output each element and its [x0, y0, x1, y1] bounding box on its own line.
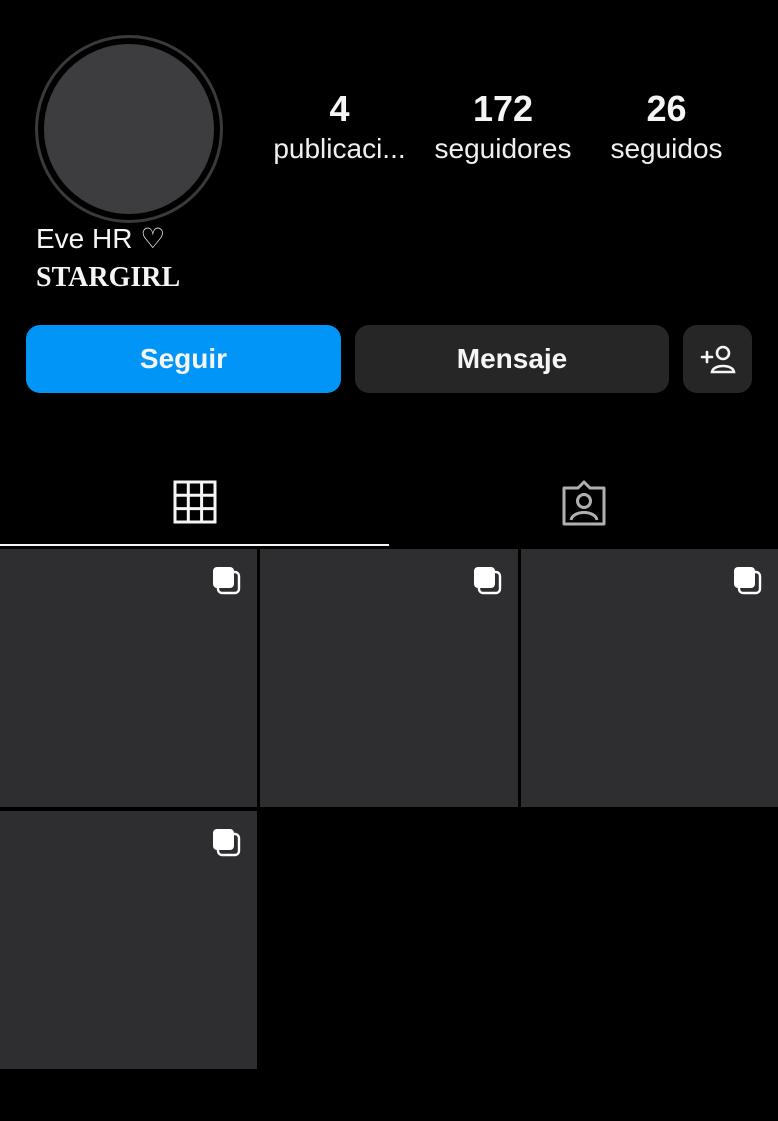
posts-grid — [0, 549, 778, 1069]
multiple-photos-icon — [474, 567, 502, 595]
tab-tagged[interactable] — [389, 460, 778, 546]
bio: STARGIRL — [36, 262, 181, 293]
post-tile[interactable] — [0, 549, 257, 807]
post-tile[interactable] — [521, 549, 778, 807]
stat-followers-label: seguidores — [434, 133, 572, 164]
add-user-button[interactable] — [683, 325, 752, 393]
stat-posts[interactable]: 4 publicaci... — [258, 88, 421, 168]
post-tile[interactable] — [0, 811, 257, 1069]
grid-icon — [173, 480, 216, 524]
display-name: Eve HR ♡ — [36, 223, 166, 254]
profile-stats: 4 publicaci... 172 seguidores 26 seguido… — [258, 88, 748, 168]
post-tile[interactable] — [260, 549, 518, 807]
tab-posts-grid[interactable] — [0, 460, 389, 546]
tagged-person-icon — [562, 480, 605, 526]
stat-posts-value: 4 — [329, 88, 350, 129]
follow-button[interactable]: Seguir — [26, 325, 341, 393]
avatar-ring[interactable] — [35, 35, 223, 223]
add-user-icon — [700, 345, 735, 374]
stat-following-label: seguidos — [610, 133, 723, 164]
stat-followers[interactable]: 172 seguidores — [422, 88, 585, 168]
stat-following[interactable]: 26 seguidos — [585, 88, 748, 168]
message-button[interactable]: Mensaje — [355, 325, 669, 393]
multiple-photos-icon — [213, 829, 241, 857]
avatar[interactable] — [44, 44, 214, 214]
multiple-photos-icon — [213, 567, 241, 595]
stat-posts-label: publicaci... — [273, 133, 406, 164]
stat-followers-value: 172 — [472, 88, 534, 129]
multiple-photos-icon — [734, 567, 762, 595]
stat-following-value: 26 — [646, 88, 687, 129]
